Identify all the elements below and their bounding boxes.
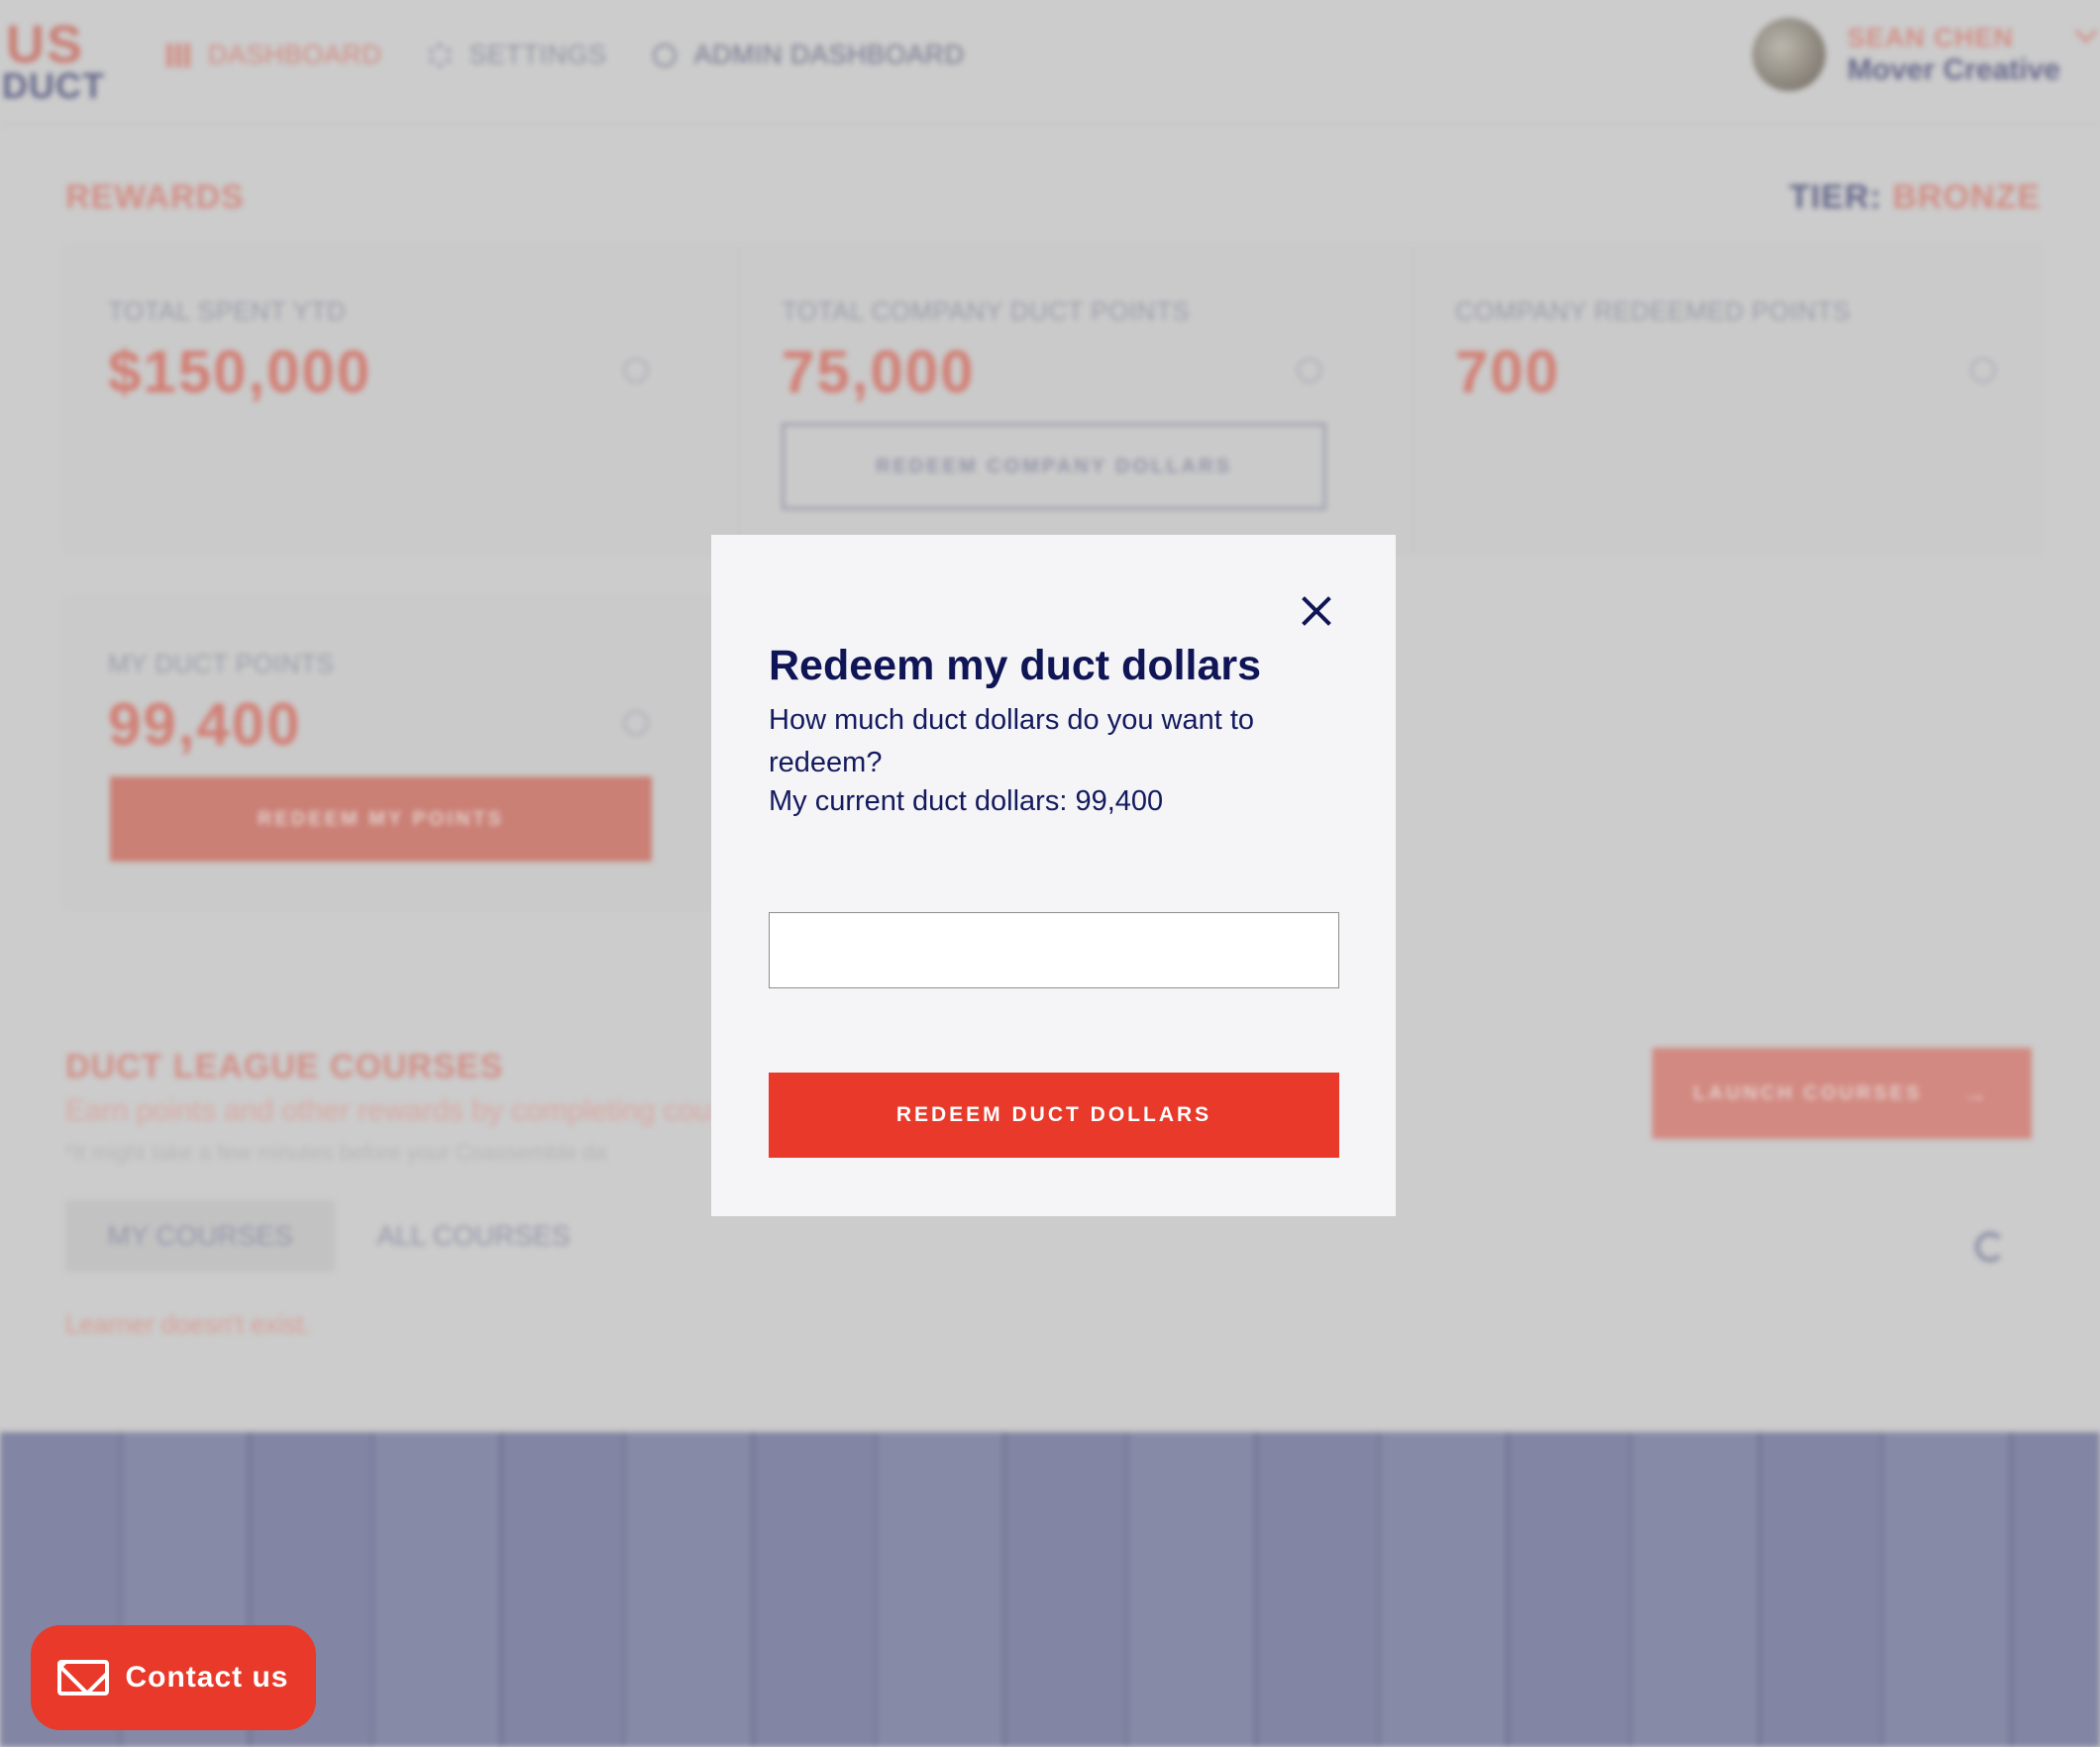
close-icon[interactable] (1300, 594, 1333, 628)
contact-us-label: Contact us (125, 1661, 289, 1694)
modal-title: Redeem my duct dollars (769, 642, 1262, 689)
current-duct-dollars: My current duct dollars: 99,400 (769, 785, 1164, 817)
mail-icon (57, 1660, 110, 1696)
modal-description: How much duct dollars do you want to red… (769, 704, 1255, 778)
contact-us-button[interactable]: Contact us (31, 1625, 316, 1730)
redeem-duct-dollars-button[interactable]: REDEEM DUCT DOLLARS (769, 1073, 1339, 1158)
redeem-amount-input[interactable] (769, 912, 1339, 988)
